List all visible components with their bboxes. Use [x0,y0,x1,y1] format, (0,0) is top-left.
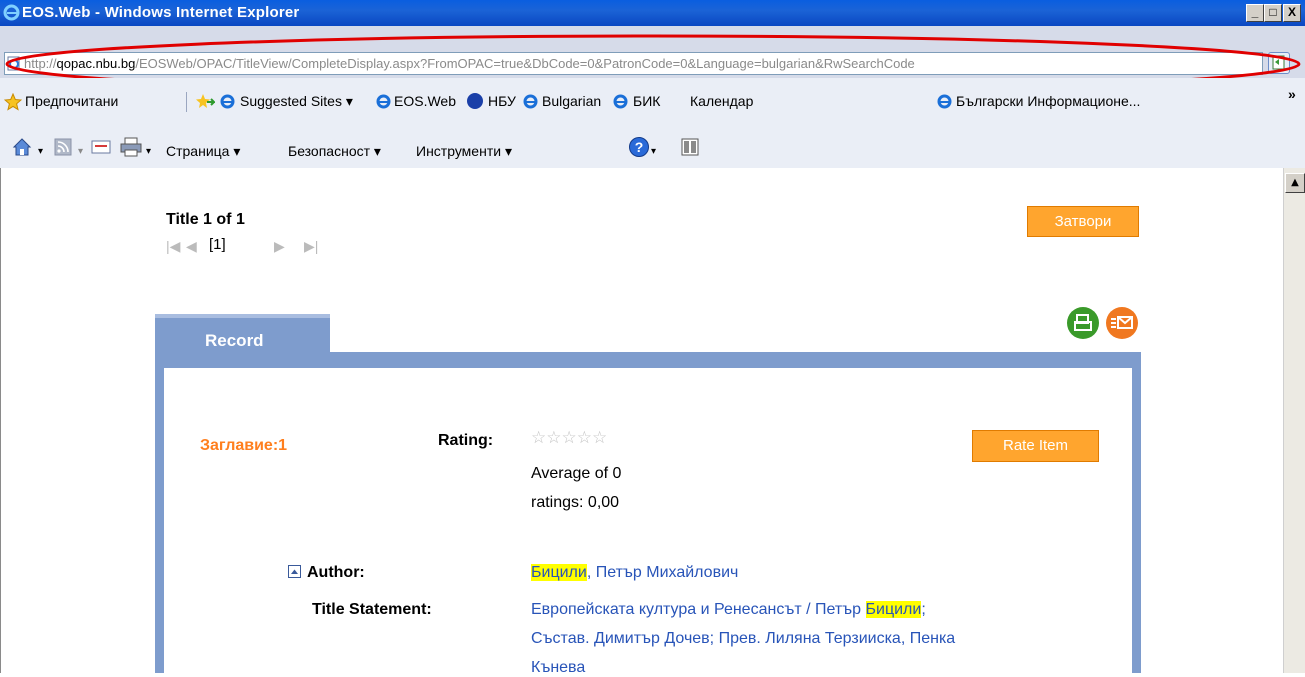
home-dropdown-arrow[interactable]: ▾ [38,146,43,157]
collapse-icon[interactable] [288,565,301,578]
print-dropdown-arrow[interactable]: ▾ [146,146,151,157]
pager-first-icon[interactable]: |◀ [166,238,180,255]
author-name: , Петър Михайлович [586,564,739,581]
compatibility-view-button[interactable] [1268,52,1290,74]
ie-favicon-icon [613,94,628,109]
email-icon [1111,316,1133,329]
home-icon[interactable] [11,136,33,158]
page-icon [7,56,20,71]
rating-average: Average of 0 [531,465,622,482]
window-title: EOS.Web - Windows Internet Explorer [22,4,300,21]
title-statement-line[interactable]: Състав. Димитър Дочев; Прев. Лиляна Терз… [531,630,955,648]
fav-eos-web[interactable]: EOS.Web [394,93,456,109]
rating-count: ratings: 0,00 [531,494,620,511]
research-icon[interactable] [681,138,699,156]
tab-record[interactable]: Record [155,314,330,364]
ie-favicon-icon [220,94,235,109]
close-record-button[interactable]: Затвори [1027,206,1139,237]
record-panel [164,368,1132,673]
rating-label: Rating: [438,432,494,449]
fav-suggested-sites[interactable]: Suggested Sites ▾ [240,93,353,110]
print-icon [1074,314,1092,331]
help-icon[interactable]: ? [628,136,650,158]
author-value-link[interactable]: Бицили, Петър Михайлович [531,564,738,582]
zaglavie-label: Заглавие:1 [200,437,288,454]
pager-next-icon[interactable]: ▶ [274,238,285,255]
rate-item-button[interactable]: Rate Item [972,430,1099,462]
pager-prev-icon[interactable]: ◀ [186,238,197,255]
print-record-button[interactable] [1067,307,1099,339]
fav-bulgarian[interactable]: Bulgarian [542,93,601,109]
favorites-button[interactable]: Предпочитани [25,93,118,109]
print-icon[interactable] [120,137,142,157]
title-text-end: ; [921,601,926,618]
ie-favicon-icon [937,94,952,109]
scroll-up-arrow-icon[interactable]: ▲ [1285,173,1305,193]
nbu-favicon-icon [467,93,483,109]
safety-menu[interactable]: Безопасност ▾ [288,143,381,160]
title-text: Европейската култура и Ренесансът / Петъ… [531,601,866,618]
minimize-button[interactable]: _ [1246,4,1264,22]
fav-bulgarian-info[interactable]: Български Информационе... [956,93,1140,109]
close-window-button[interactable]: X [1283,4,1301,22]
ie-favicon-icon [376,94,391,109]
mail-icon[interactable] [91,139,111,155]
url-prefix: http:// [24,56,57,71]
internet-explorer-icon [3,4,20,21]
ie-favicon-icon [523,94,538,109]
favorites-overflow-chevron[interactable]: » [1288,86,1296,102]
vertical-scrollbar[interactable]: ▲ [1283,168,1305,673]
rating-stars[interactable]: ☆☆☆☆☆ [531,428,607,448]
fav-calendar[interactable]: Календар [690,93,753,109]
title-count: Title 1 of 1 [166,211,245,228]
tools-menu[interactable]: Инструменти ▾ [416,143,512,160]
search-term-highlight: Бицили [865,601,922,618]
title-statement-label: Title Statement: [312,601,432,618]
add-to-favorites-icon[interactable] [195,93,215,111]
email-record-button[interactable] [1106,307,1138,339]
tab-record-label: Record [205,331,264,350]
page-menu[interactable]: Страница ▾ [166,143,240,160]
fav-bik[interactable]: БИК [633,93,660,109]
url-path: /EOSWeb/OPAC/TitleView/CompleteDisplay.a… [135,56,915,71]
title-statement-line[interactable]: Кънева [531,659,585,677]
compatibility-icon [1272,55,1285,70]
window-title-bar[interactable]: EOS.Web - Windows Internet Explorer _ □ … [0,0,1305,26]
help-dropdown-arrow[interactable]: ▾ [651,146,656,157]
address-url: http://qopac.nbu.bg/EOSWeb/OPAC/TitleVie… [24,56,915,71]
url-host: qopac.nbu.bg [56,56,136,71]
fav-nbu[interactable]: НБУ [488,93,516,109]
pager-current-page[interactable]: [1] [209,236,226,253]
address-input[interactable]: http://qopac.nbu.bg/EOSWeb/OPAC/TitleVie… [4,52,1263,75]
feeds-icon[interactable] [54,138,72,156]
title-statement-line[interactable]: Европейската култура и Ренесансът / Петъ… [531,601,926,619]
search-term-highlight: Бицили [531,564,587,581]
author-label: Author: [307,564,365,581]
feeds-dropdown-arrow[interactable]: ▾ [78,146,83,157]
maximize-button[interactable]: □ [1264,4,1282,22]
separator [186,92,187,112]
pager-last-icon[interactable]: ▶| [304,238,318,255]
svg-text:?: ? [635,139,644,155]
favorites-star-icon[interactable] [4,93,22,111]
